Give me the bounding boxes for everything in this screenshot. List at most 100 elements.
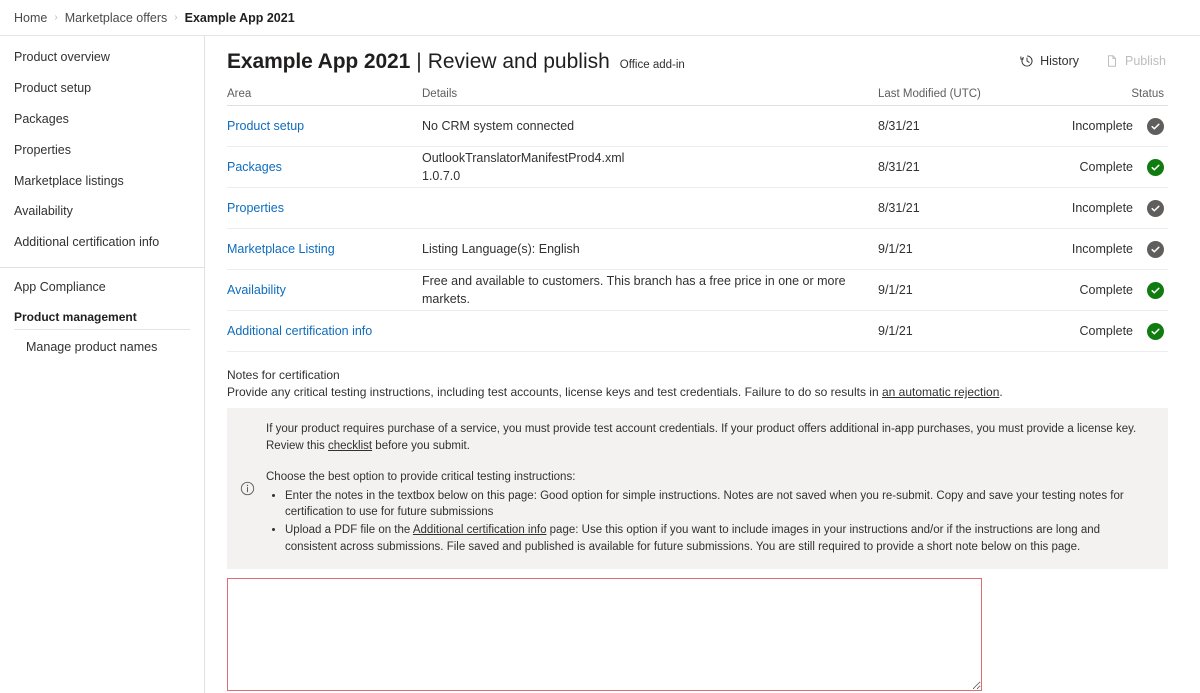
- table-cell-last-modified: 9/1/21: [878, 242, 1028, 256]
- column-header-area: Area: [227, 88, 422, 100]
- history-button[interactable]: History: [1018, 51, 1081, 71]
- table-header-row: Area Details Last Modified (UTC) Status: [227, 88, 1168, 106]
- table-row: Additional certification info9/1/21Compl…: [227, 311, 1168, 352]
- table-body: Product setupNo CRM system connected8/31…: [227, 106, 1168, 352]
- breadcrumb-item-home[interactable]: Home: [14, 11, 47, 25]
- table-cell-details: No CRM system connected: [422, 117, 878, 135]
- page-subtitle-section: Review and publish: [428, 50, 610, 74]
- area-link[interactable]: Availability: [227, 283, 286, 297]
- status-text: Incomplete: [1072, 242, 1133, 256]
- table-cell-details: Listing Language(s): English: [422, 240, 878, 258]
- table-cell-status: Complete: [1028, 159, 1168, 176]
- table-cell-status: Complete: [1028, 323, 1168, 340]
- info-message-body: If your product requires purchase of a s…: [266, 419, 1154, 556]
- details-line-1: Free and available to customers. This br…: [422, 272, 878, 308]
- status-incomplete-icon: [1147, 118, 1164, 135]
- info-option-list: Enter the notes in the textbox below on …: [266, 488, 1154, 556]
- info-lead-paragraph: If your product requires purchase of a s…: [266, 421, 1154, 456]
- table-cell-last-modified: 8/31/21: [878, 119, 1028, 133]
- sidebar-item-app-compliance[interactable]: App Compliance: [0, 272, 204, 303]
- sidebar-group-title-product-management: Product management: [0, 303, 204, 329]
- info-circle-icon: [240, 420, 255, 556]
- info-option-pdf: Upload a PDF file on the Additional cert…: [285, 522, 1154, 555]
- additional-certification-info-link[interactable]: Additional certification info: [413, 524, 547, 536]
- breadcrumb: Home › Marketplace offers › Example App …: [0, 0, 1200, 36]
- history-button-label: History: [1040, 54, 1079, 68]
- breadcrumb-separator-icon: ›: [174, 12, 177, 23]
- main-content: Example App 2021 | Review and publish Of…: [205, 36, 1200, 693]
- column-header-last-modified: Last Modified (UTC): [878, 88, 1028, 100]
- info-message-box: If your product requires purchase of a s…: [227, 408, 1168, 569]
- checklist-link[interactable]: checklist: [328, 440, 372, 452]
- table-cell-area: Product setup: [227, 119, 422, 133]
- area-link[interactable]: Properties: [227, 201, 284, 215]
- page-title: Example App 2021: [227, 50, 410, 74]
- status-text: Incomplete: [1072, 201, 1133, 215]
- table-cell-last-modified: 8/31/21: [878, 160, 1028, 174]
- column-header-details: Details: [422, 88, 878, 100]
- table-cell-details: Free and available to customers. This br…: [422, 272, 878, 308]
- page-product-type: Office add-in: [620, 59, 685, 71]
- table-row: Properties 8/31/21 Incomplete: [227, 188, 1168, 229]
- details-line-1: OutlookTranslatorManifestProd4.xml: [422, 149, 878, 167]
- status-text: Incomplete: [1072, 119, 1133, 133]
- info-choose-text: Choose the best option to provide critic…: [266, 469, 1154, 486]
- review-table: Area Details Last Modified (UTC) Status …: [227, 88, 1168, 352]
- page-title-separator: |: [416, 50, 421, 74]
- table-cell-last-modified: 8/31/21: [878, 201, 1028, 215]
- area-link[interactable]: Additional certification info: [227, 324, 372, 338]
- header-actions: History Publish: [1018, 51, 1168, 71]
- status-incomplete-icon: [1147, 241, 1164, 258]
- status-complete-icon: [1147, 282, 1164, 299]
- sidebar-group-rule: [14, 329, 190, 330]
- area-link[interactable]: Packages: [227, 160, 282, 174]
- status-incomplete-icon: [1147, 200, 1164, 217]
- publish-button-header[interactable]: Publish: [1103, 51, 1168, 71]
- status-text: Complete: [1080, 283, 1134, 297]
- sidebar-item-manage-product-names[interactable]: Manage product names: [0, 333, 204, 361]
- sidebar-item-packages[interactable]: Packages: [0, 104, 204, 135]
- page-header: Example App 2021 | Review and publish Of…: [227, 36, 1168, 82]
- sidebar-item-marketplace-listings[interactable]: Marketplace listings: [0, 166, 204, 197]
- area-link[interactable]: Product setup: [227, 119, 304, 133]
- sidebar-item-product-overview[interactable]: Product overview: [0, 42, 204, 73]
- status-text: Complete: [1080, 160, 1134, 174]
- notes-description-text: Provide any critical testing instruction…: [227, 385, 882, 399]
- table-row: Product setup No CRM system connected8/31…: [227, 106, 1168, 147]
- area-link[interactable]: Marketplace Listing: [227, 242, 335, 256]
- table-cell-last-modified: 9/1/21: [878, 283, 1028, 297]
- details-line-1: No CRM system connected: [422, 117, 878, 135]
- breadcrumb-separator-icon: ›: [54, 12, 57, 23]
- table-cell-status: Complete: [1028, 282, 1168, 299]
- sidebar-item-properties[interactable]: Properties: [0, 135, 204, 166]
- info-option-textbox: Enter the notes in the textbox below on …: [285, 488, 1154, 521]
- history-icon: [1020, 54, 1034, 68]
- table-cell-area: Properties: [227, 201, 422, 215]
- sidebar-item-additional-certification-info[interactable]: Additional certification info: [0, 227, 204, 258]
- breadcrumb-item-current: Example App 2021: [185, 11, 295, 25]
- column-header-status: Status: [1028, 88, 1168, 100]
- publish-page-icon: [1105, 54, 1119, 68]
- details-line-2: 1.0.7.0: [422, 167, 878, 185]
- table-cell-status: Incomplete: [1028, 200, 1168, 217]
- sidebar-item-availability[interactable]: Availability: [0, 196, 204, 227]
- details-line-1: Listing Language(s): English: [422, 240, 878, 258]
- table-row: Marketplace Listing Listing Language(s): …: [227, 229, 1168, 270]
- notes-textarea[interactable]: [227, 578, 982, 691]
- table-cell-status: Incomplete: [1028, 118, 1168, 135]
- table-cell-area: Marketplace Listing: [227, 242, 422, 256]
- table-cell-area: Additional certification info: [227, 324, 422, 338]
- automatic-rejection-link[interactable]: an automatic rejection: [882, 385, 999, 399]
- status-text: Complete: [1080, 324, 1134, 338]
- table-cell-area: Availability: [227, 283, 422, 297]
- table-cell-details: OutlookTranslatorManifestProd4.xml1.0.7.…: [422, 149, 878, 185]
- notes-label: Notes for certification: [227, 368, 1168, 382]
- app-shell: Product overview Product setup Packages …: [0, 36, 1200, 693]
- sidebar-item-product-setup[interactable]: Product setup: [0, 73, 204, 104]
- sidebar: Product overview Product setup Packages …: [0, 36, 205, 693]
- info-option-pdf-text: Upload a PDF file on the: [285, 524, 413, 536]
- table-row: Availability Free and available to custom…: [227, 270, 1168, 311]
- publish-button-header-label: Publish: [1125, 54, 1166, 68]
- breadcrumb-item-marketplace-offers[interactable]: Marketplace offers: [65, 11, 168, 25]
- table-cell-status: Incomplete: [1028, 241, 1168, 258]
